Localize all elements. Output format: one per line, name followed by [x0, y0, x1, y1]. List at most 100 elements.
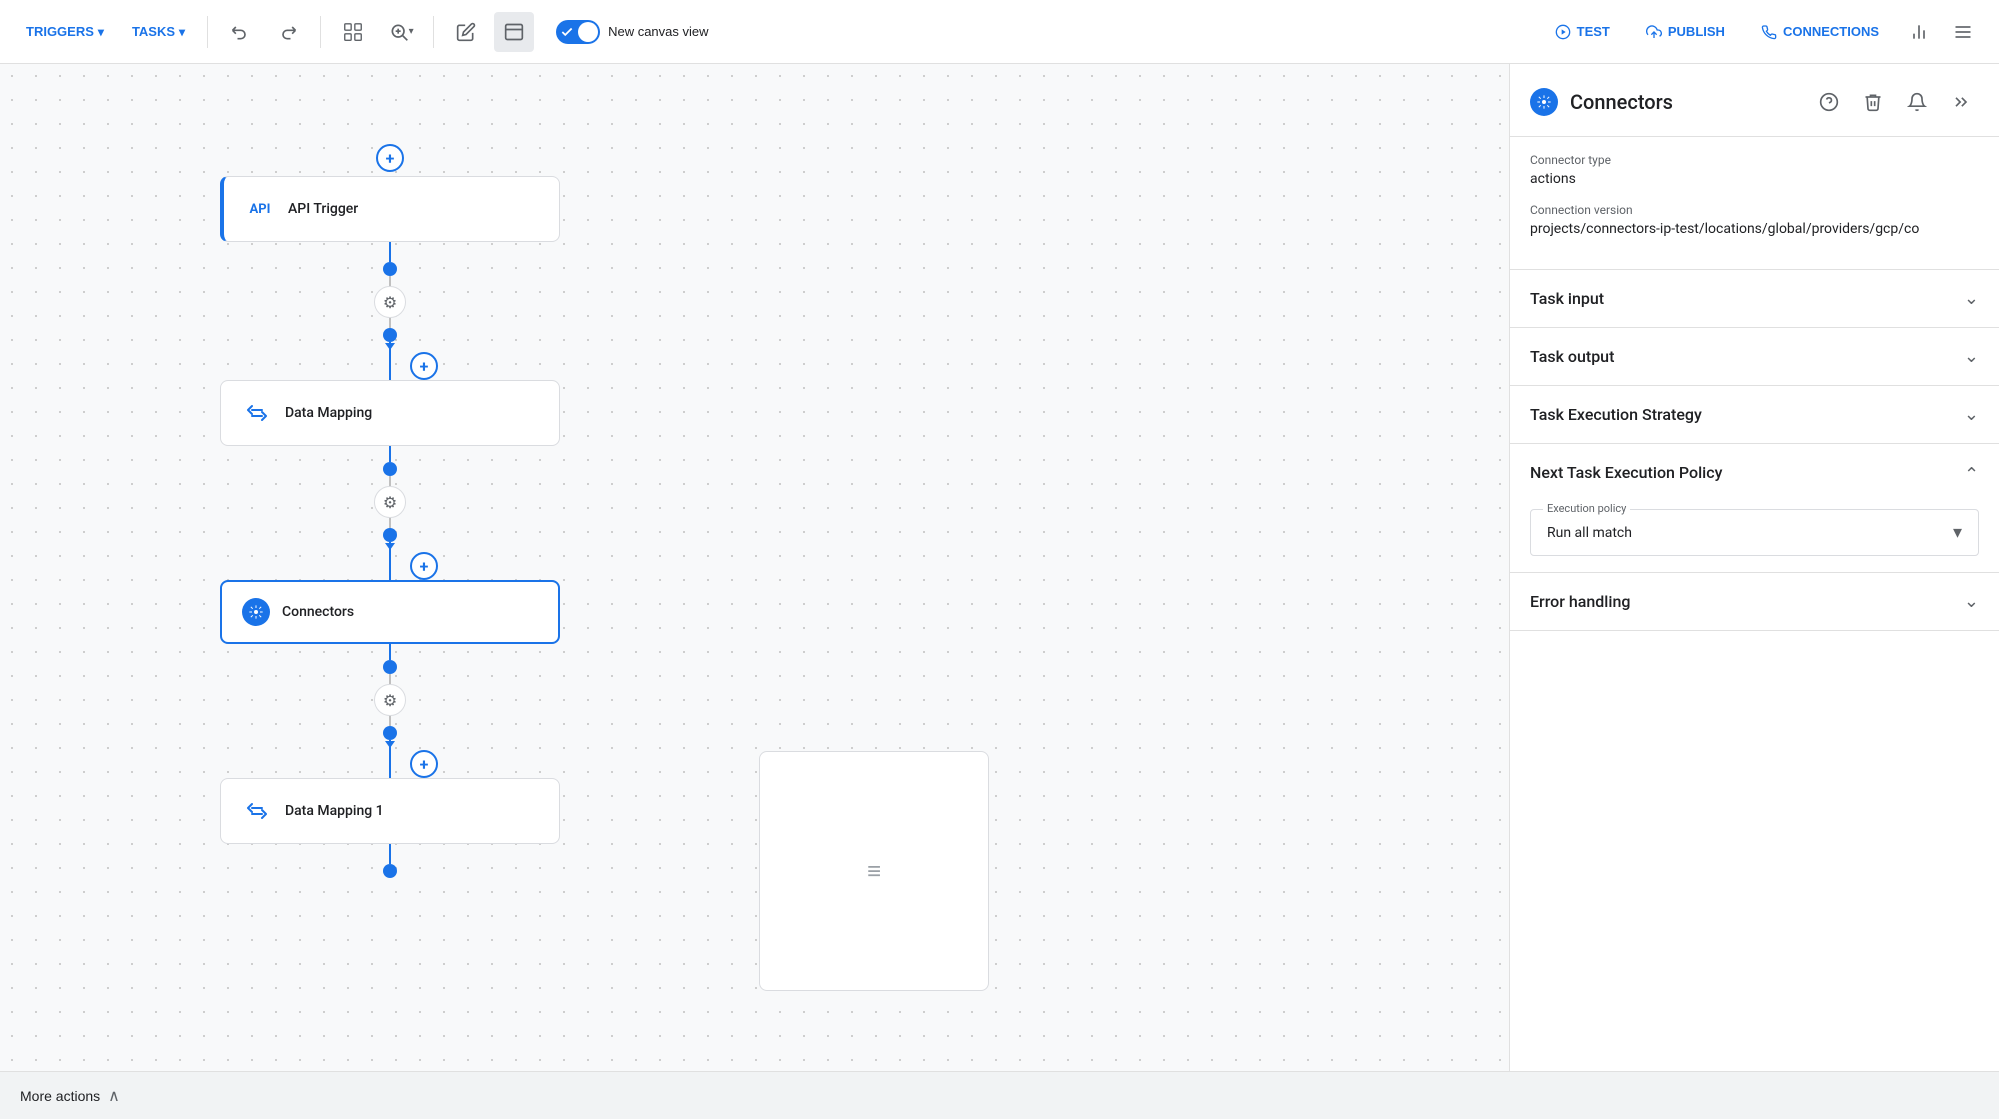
add-before-connectors-button[interactable]: + — [410, 552, 438, 580]
task-execution-strategy-section: Task Execution Strategy ⌄ — [1510, 386, 1999, 444]
help-button[interactable] — [1811, 84, 1847, 120]
analytics-button[interactable] — [1899, 12, 1939, 52]
collapse-icon — [1951, 92, 1971, 112]
preview-card[interactable]: ≡ — [759, 751, 989, 991]
more-actions-chevron-icon: ∧ — [108, 1086, 120, 1106]
task-output-section: Task output ⌄ — [1510, 328, 1999, 386]
triggers-label: TRIGGERS — [26, 24, 94, 39]
error-handling-section: Error handling ⌄ — [1510, 573, 1999, 631]
error-handling-header[interactable]: Error handling ⌄ — [1510, 573, 1999, 630]
gear-1[interactable]: ⚙ — [374, 286, 406, 318]
side-panel: Connectors — [1509, 64, 1999, 1071]
auto-layout-button[interactable] — [333, 12, 373, 52]
canvas-view-button[interactable] — [494, 12, 534, 52]
preview-card-icon: ≡ — [867, 857, 881, 886]
error-handling-chevron-icon: ⌄ — [1964, 591, 1979, 612]
edit-button[interactable] — [446, 12, 486, 52]
toolbar: TRIGGERS ▾ TASKS ▾ ▾ — [0, 0, 1999, 64]
triggers-button[interactable]: TRIGGERS ▾ — [16, 18, 114, 45]
api-trigger-label: API Trigger — [288, 201, 358, 217]
task-input-header[interactable]: Task input ⌄ — [1510, 270, 1999, 327]
connectors-node[interactable]: Connectors — [220, 580, 560, 644]
flow-container: + API API Trigger ⚙ — [220, 144, 560, 878]
task-input-title: Task input — [1530, 289, 1604, 308]
connections-label: CONNECTIONS — [1783, 24, 1879, 39]
arrow-dot-4 — [383, 864, 397, 878]
arrow-dot-1b — [383, 328, 397, 342]
undo-icon — [230, 22, 250, 42]
task-execution-strategy-title: Task Execution Strategy — [1530, 405, 1702, 424]
canvas[interactable]: + API API Trigger ⚙ — [0, 64, 1509, 1071]
divider-2 — [320, 16, 321, 48]
divider-1 — [207, 16, 208, 48]
more-actions-label: More actions — [20, 1088, 100, 1104]
task-output-chevron-icon: ⌄ — [1964, 346, 1979, 367]
main-content: + API API Trigger ⚙ — [0, 64, 1999, 1071]
execution-policy-label: Execution policy — [1543, 502, 1630, 515]
next-task-execution-policy-content: Execution policy Run all match ▾ — [1510, 501, 1999, 572]
connector-type-value: actions — [1530, 171, 1979, 187]
next-task-execution-policy-section: Next Task Execution Policy ⌄ Execution p… — [1510, 444, 1999, 573]
data-mapping-node[interactable]: Data Mapping — [220, 380, 560, 446]
panel-title: Connectors — [1570, 90, 1799, 114]
api-trigger-icon: API — [244, 193, 276, 225]
panel-header-actions — [1811, 84, 1979, 120]
connections-icon — [1761, 24, 1777, 40]
redo-icon — [278, 22, 298, 42]
divider-3 — [433, 16, 434, 48]
edit-icon — [456, 22, 476, 42]
api-trigger-node[interactable]: API API Trigger — [220, 176, 560, 242]
test-play-icon — [1555, 24, 1571, 40]
more-actions-button[interactable]: More actions ∧ — [16, 1078, 124, 1114]
task-execution-strategy-chevron-icon: ⌄ — [1964, 404, 1979, 425]
tasks-label: TASKS — [132, 24, 175, 39]
new-canvas-toggle[interactable]: New canvas view — [542, 14, 722, 50]
gear-2[interactable]: ⚙ — [374, 486, 406, 518]
add-before-mapping-button[interactable]: + — [410, 352, 438, 380]
task-input-section: Task input ⌄ — [1510, 270, 1999, 328]
test-label: TEST — [1577, 24, 1610, 39]
task-execution-strategy-header[interactable]: Task Execution Strategy ⌄ — [1510, 386, 1999, 443]
publish-label: PUBLISH — [1668, 24, 1725, 39]
add-before-dm1-button[interactable]: + — [410, 750, 438, 778]
bottom-panel: More actions ∧ — [0, 1071, 1999, 1119]
redo-button[interactable] — [268, 12, 308, 52]
menu-button[interactable] — [1943, 12, 1983, 52]
arrow-dot-2b — [383, 528, 397, 542]
tasks-button[interactable]: TASKS ▾ — [122, 18, 195, 45]
connector-type-field: Connector type actions — [1530, 153, 1979, 187]
data-mapping-1-icon — [241, 795, 273, 827]
triggers-chevron-icon: ▾ — [98, 25, 104, 39]
line-1c — [389, 318, 391, 328]
line-1b — [389, 276, 391, 286]
gear-3[interactable]: ⚙ — [374, 684, 406, 716]
collapse-button[interactable] — [1943, 84, 1979, 120]
connectors-label: Connectors — [282, 604, 354, 620]
zoom-button[interactable]: ▾ — [381, 12, 421, 52]
notifications-button[interactable] — [1899, 84, 1935, 120]
arrow-dot-1 — [383, 262, 397, 276]
execution-policy-dropdown[interactable]: Execution policy Run all match ▾ — [1530, 509, 1979, 556]
toggle-switch — [556, 20, 600, 44]
data-mapping-1-node[interactable]: Data Mapping 1 — [220, 778, 560, 844]
menu-icon — [1953, 22, 1973, 42]
connection-version-label: Connection version — [1530, 203, 1979, 217]
arrow-dot-2 — [383, 462, 397, 476]
zoom-chevron: ▾ — [409, 26, 414, 37]
next-task-execution-policy-title: Next Task Execution Policy — [1530, 463, 1722, 482]
task-output-title: Task output — [1530, 347, 1614, 366]
test-button[interactable]: TEST — [1539, 16, 1626, 48]
delete-button[interactable] — [1855, 84, 1891, 120]
connections-button[interactable]: CONNECTIONS — [1745, 16, 1895, 48]
connector-type-label: Connector type — [1530, 153, 1979, 167]
next-task-execution-policy-header[interactable]: Next Task Execution Policy ⌄ — [1510, 444, 1999, 501]
toolbar-right: TEST PUBLISH CONNECTIONS — [1539, 12, 1983, 52]
publish-button[interactable]: PUBLISH — [1630, 16, 1741, 48]
execution-policy-arrow-icon: ▾ — [1953, 522, 1962, 543]
task-output-header[interactable]: Task output ⌄ — [1510, 328, 1999, 385]
panel-info-section: Connector type actions Connection versio… — [1510, 137, 1999, 270]
connection-version-value: projects/connectors-ip-test/locations/gl… — [1530, 221, 1979, 237]
add-before-api-button[interactable]: + — [376, 144, 404, 172]
layout-icon — [342, 21, 364, 43]
undo-button[interactable] — [220, 12, 260, 52]
